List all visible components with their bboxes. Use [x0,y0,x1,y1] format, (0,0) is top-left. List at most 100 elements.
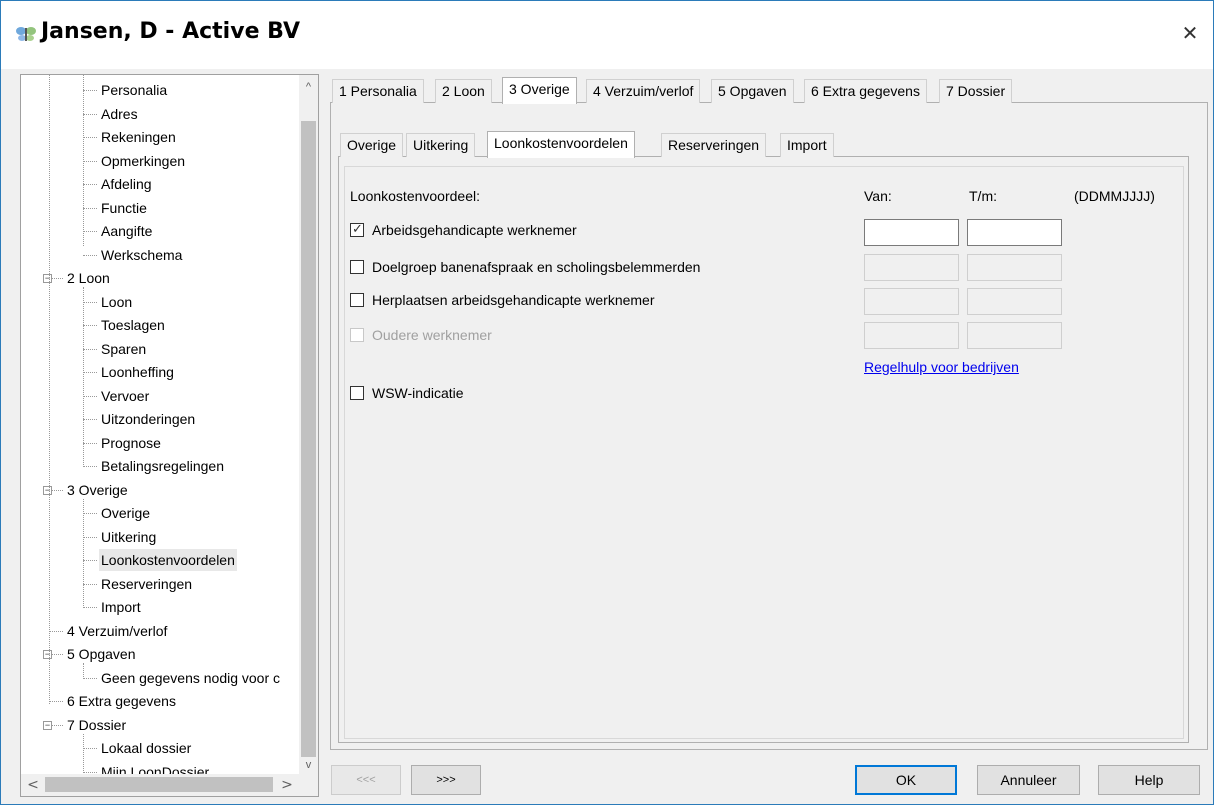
tree-item-label: 7 Dossier [67,716,127,733]
help-button[interactable]: Help [1098,765,1200,795]
tab-verzuim-verlof[interactable]: 4 Verzuim/verlof [586,79,701,103]
tree-item[interactable]: Adres [21,103,299,125]
collapse-icon[interactable]: − [43,485,52,495]
tree-item[interactable]: 4 Verzuim/verlof [21,620,299,642]
tree-item[interactable]: − 2 Loon [21,267,299,289]
tree-connector [83,395,97,397]
tab-opgaven[interactable]: 5 Opgaven [711,79,794,103]
dialog-window: Jansen, D - Active BV ✕ Personalia Adres R… [0,0,1214,805]
ok-button[interactable]: OK [855,765,957,795]
tree-item[interactable]: − 5 Opgaven [21,643,299,665]
tree-item[interactable]: Loonkostenvoordelen [21,549,299,571]
tree-item[interactable]: Uitkering [21,526,299,548]
tree-item[interactable]: Vervoer [21,385,299,407]
tree-item[interactable]: Personalia [21,79,299,101]
tree-item-label: 3 Overige [67,481,128,498]
scroll-down-icon[interactable]: v [299,755,318,775]
tree-item[interactable]: 6 Extra gegevens [21,690,299,712]
tree-item[interactable]: Import [21,596,299,618]
date-format-hint: (DDMMJJJJ) [1074,188,1155,204]
wsw-indicatie-checkbox[interactable] [350,386,364,400]
tree-item-label: 5 Opgaven [67,646,136,662]
tree-connector [83,90,97,91]
tree-connector [83,184,97,185]
tree-connector [83,536,97,538]
tree-item[interactable]: Functie [21,197,299,219]
tab-extra-gegevens[interactable]: 6 Extra gegevens [804,79,927,103]
tree-item[interactable]: Afdeling [21,173,299,195]
regelhulp-link[interactable]: Regelhulp voor bedrijven [864,359,1019,375]
subtab-uitkering[interactable]: Uitkering [406,133,476,157]
tree-item[interactable]: Aangifte [21,220,299,242]
tree-item[interactable]: Prognose [21,432,299,454]
scroll-right-icon[interactable]: > [277,774,297,796]
doelgroep-tm-input [967,254,1062,281]
tree-item[interactable]: Werkschema [21,244,299,266]
next-button[interactable]: >>> [411,765,481,795]
arbeidsgehandicapte-van-input[interactable] [864,219,959,246]
cancel-button[interactable]: Annuleer [977,765,1080,795]
title-bar: Jansen, D - Active BV ✕ [1,1,1213,69]
herplaatsen-label: Herplaatsen arbeidsgehandicapte werkneme… [372,292,655,308]
arbeidsgehandicapte-checkbox[interactable]: ✓ [350,222,364,237]
oudere-werknemer-tm-input [967,322,1062,349]
tree-item[interactable]: Reserveringen [21,573,299,595]
tree-item-label: Adres [101,105,138,122]
tree-connector [83,748,97,749]
subtab-overige[interactable]: Overige [340,133,404,157]
tree-connector [83,348,97,350]
tree-item[interactable]: Geen gegevens nodig voor c [21,667,299,689]
oudere-werknemer-checkbox [350,328,364,342]
subtab-loonkostenvoordelen[interactable]: Loonkostenvoordelen [487,131,635,158]
tree-item[interactable]: − 3 Overige [21,479,299,501]
tree-item-label: 6 Extra gegevens [67,693,176,709]
tree-item[interactable]: Lokaal dossier [21,737,299,759]
tree-vertical-scrollbar[interactable]: ^ v [299,75,318,775]
tab-loon[interactable]: 2 Loon [435,79,492,103]
herplaatsen-van-input [864,288,959,315]
oudere-werknemer-label: Oudere werknemer [372,327,492,343]
tree-connector [83,254,97,256]
tab-dossier[interactable]: 7 Dossier [939,79,1013,103]
close-icon[interactable]: ✕ [1167,13,1213,53]
tree-item-label: Geen gegevens nodig voor c [101,669,281,686]
scroll-up-icon[interactable]: ^ [299,77,318,97]
tree-item-label: Werkschema [101,246,183,263]
tab-personalia[interactable]: 1 Personalia [332,79,424,103]
form-heading: Loonkostenvoordeel: [350,188,480,204]
tree-item[interactable]: Loonheffing [21,361,299,383]
tree-connector [83,583,97,585]
doelgroep-checkbox[interactable] [350,260,364,274]
oudere-werknemer-van-input [864,322,959,349]
tree-guide-line [83,75,84,246]
subtab-reserveringen[interactable]: Reserveringen [661,133,767,157]
vertical-scroll-thumb[interactable] [301,121,316,757]
tree-item[interactable]: − 7 Dossier [21,714,299,736]
tree-horizontal-scrollbar[interactable]: < > [21,774,318,796]
tree-connector [83,301,97,303]
tree-item-label: 2 Loon [67,270,110,286]
collapse-icon[interactable]: − [43,720,52,730]
herplaatsen-tm-input [967,288,1062,315]
tree-item[interactable]: Sparen [21,338,299,360]
tree-item[interactable]: Betalingsregelingen [21,455,299,477]
tree-item[interactable]: Toeslagen [21,314,299,336]
collapse-icon[interactable]: − [43,274,52,283]
tree-item[interactable]: Loon [21,291,299,313]
tree-item-label: Sparen [101,340,147,357]
tab-overige[interactable]: 3 Overige [502,77,577,104]
tree-item[interactable]: Rekeningen [21,126,299,148]
tree-item[interactable]: Overige [21,502,299,524]
tree-item[interactable]: Opmerkingen [21,150,299,172]
collapse-icon[interactable]: − [43,650,52,659]
tree-connector [83,607,97,608]
loonkostenvoordelen-form [344,166,1184,739]
scroll-left-icon[interactable]: < [23,774,43,796]
herplaatsen-checkbox[interactable] [350,293,364,307]
tree-connector [83,325,97,326]
subtab-import[interactable]: Import [780,133,834,157]
horizontal-scroll-thumb[interactable] [45,777,273,792]
tree-connector [83,137,97,138]
tree-item[interactable]: Uitzonderingen [21,408,299,430]
arbeidsgehandicapte-tm-input[interactable] [967,219,1062,246]
